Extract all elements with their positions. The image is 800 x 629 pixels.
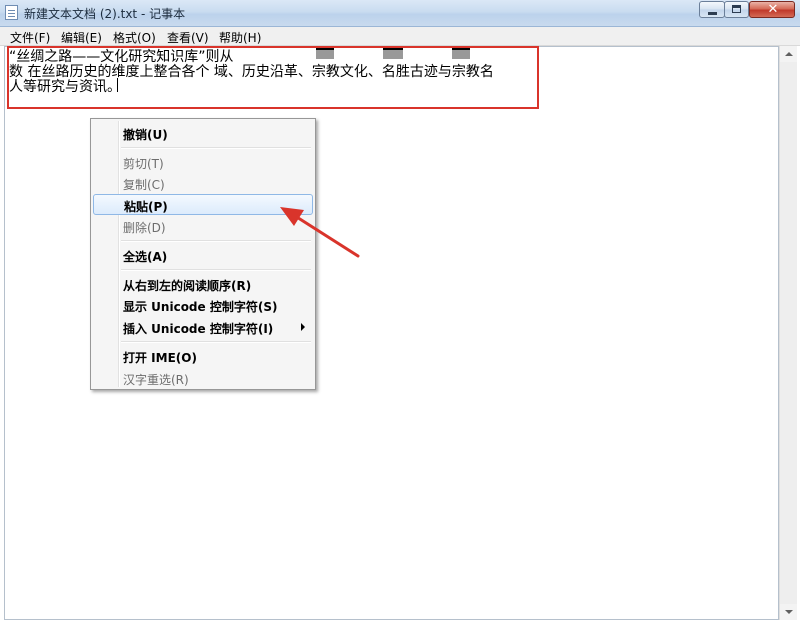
arrow-up-icon	[785, 52, 793, 56]
menu-item-copy[interactable]: 复制(C)	[93, 173, 313, 193]
close-button[interactable]: ✕	[749, 1, 795, 18]
annotation-arrow-head	[280, 207, 304, 226]
annotation-arrow-shaft	[290, 212, 360, 258]
menu-item-label: 剪切(T)	[123, 157, 164, 171]
notepad-icon[interactable]	[5, 5, 18, 20]
minimize-icon	[708, 12, 717, 15]
menu-item-insert-unicode-control[interactable]: 插入 Unicode 控制字符(I)	[93, 317, 313, 337]
menu-item-label: 插入 Unicode 控制字符(I)	[123, 322, 274, 336]
menu-separator	[121, 147, 311, 149]
menu-item-undo[interactable]: 撤销(U)	[93, 123, 313, 143]
menu-bar: 文件(F) 编辑(E) 格式(O) 查看(V) 帮助(H)	[0, 27, 800, 46]
arrow-down-icon	[785, 610, 793, 614]
title-bar[interactable]: 新建文本文档 (2).txt - 记事本 ✕	[0, 0, 800, 27]
menu-item-rtl-reading-order[interactable]: 从右到左的阅读顺序(R)	[93, 274, 313, 294]
menu-file[interactable]: 文件(F)	[10, 29, 50, 46]
menu-item-label: 粘贴(P)	[124, 200, 168, 214]
menu-item-label: 复制(C)	[123, 178, 165, 192]
menu-separator	[121, 269, 311, 271]
menu-item-label: 删除(D)	[123, 221, 166, 235]
submenu-arrow-icon	[301, 323, 305, 331]
menu-view[interactable]: 查看(V)	[167, 29, 209, 46]
menu-separator	[121, 341, 311, 343]
vertical-scrollbar[interactable]	[779, 46, 797, 620]
menu-format[interactable]: 格式(O)	[113, 29, 156, 46]
minimize-button[interactable]	[699, 1, 725, 18]
scroll-down-button[interactable]	[780, 604, 797, 620]
maximize-icon	[732, 5, 741, 13]
menu-item-cut[interactable]: 剪切(T)	[93, 152, 313, 172]
menu-item-show-unicode-control[interactable]: 显示 Unicode 控制字符(S)	[93, 295, 313, 315]
close-icon: ✕	[767, 2, 779, 17]
menu-item-label: 撤销(U)	[123, 128, 168, 142]
menu-item-open-ime[interactable]: 打开 IME(O)	[93, 346, 313, 366]
menu-item-label: 打开 IME(O)	[123, 351, 197, 365]
menu-item-label: 汉字重选(R)	[123, 373, 189, 387]
maximize-button[interactable]	[724, 1, 749, 18]
window-title: 新建文本文档 (2).txt - 记事本	[24, 7, 186, 21]
menu-item-reconversion[interactable]: 汉字重选(R)	[93, 368, 313, 388]
menu-item-label: 从右到左的阅读顺序(R)	[123, 279, 252, 293]
menu-help[interactable]: 帮助(H)	[219, 29, 261, 46]
menu-edit[interactable]: 编辑(E)	[61, 29, 102, 46]
menu-item-label: 全选(A)	[123, 250, 168, 264]
scroll-up-button[interactable]	[780, 46, 797, 62]
annotation-highlight-box	[7, 46, 539, 109]
menu-item-label: 显示 Unicode 控制字符(S)	[123, 300, 278, 314]
annotation-arrow-icon	[280, 207, 360, 258]
